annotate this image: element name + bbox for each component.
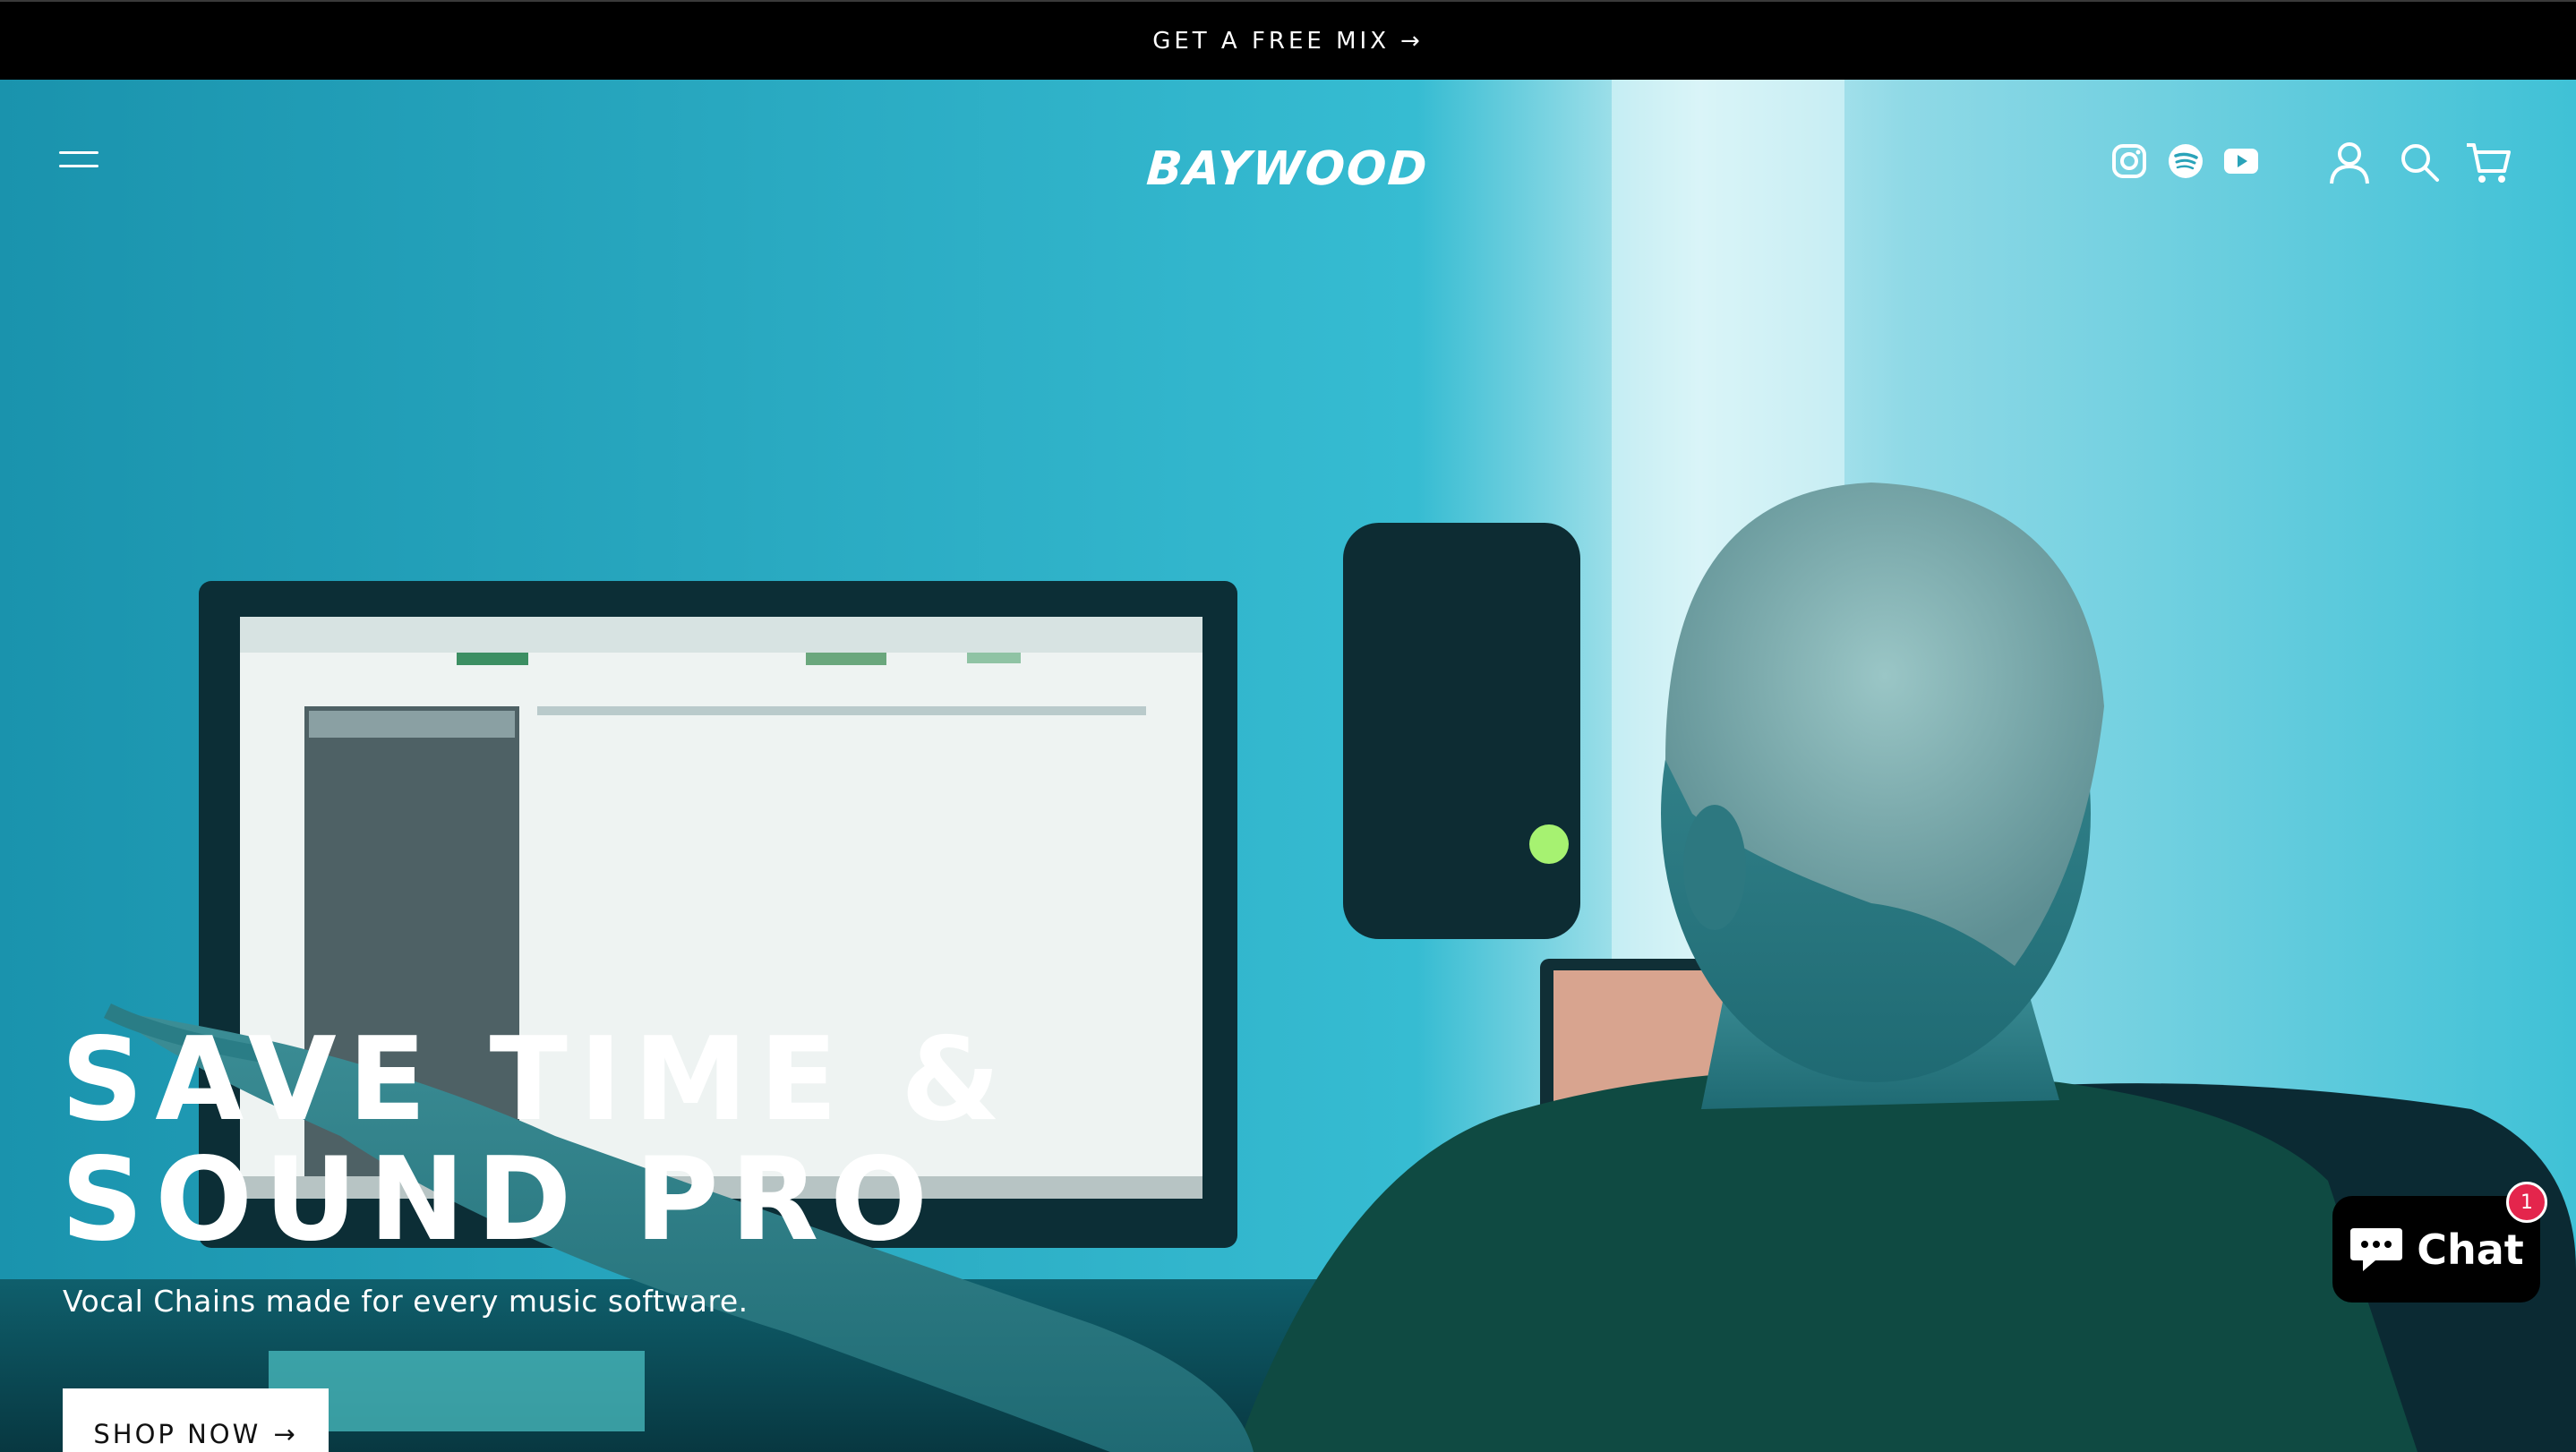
shop-now-button[interactable]: SHOP NOW →	[63, 1388, 329, 1452]
shop-now-label: SHOP NOW	[93, 1419, 261, 1449]
site-header: BAYWOOD	[0, 80, 2576, 250]
hero-headline: SAVE TIME & SOUND PRO	[61, 1021, 1135, 1260]
brand-logo[interactable]: BAYWOOD	[1107, 142, 1468, 196]
hamburger-menu-icon[interactable]	[59, 149, 100, 176]
page: GET A FREE MIX → BAYWOOD SAVE TIME & SOU…	[0, 0, 2576, 1452]
chat-bubble-icon	[2350, 1227, 2403, 1271]
free-mix-label: GET A FREE MIX	[1152, 27, 1391, 55]
chat-button[interactable]: Chat 1	[2332, 1182, 2547, 1303]
brand-logo-text: BAYWOOD	[1144, 142, 1431, 196]
chat-label: Chat	[2417, 1225, 2524, 1274]
chat-notification-badge: 1	[2506, 1182, 2547, 1223]
announcement-bar: GET A FREE MIX →	[0, 0, 2576, 80]
arrow-right-icon: →	[1400, 27, 1424, 55]
hero-headline-line1: SAVE TIME &	[61, 1013, 1013, 1147]
free-mix-link[interactable]: GET A FREE MIX →	[1152, 28, 1424, 55]
hero-headline-line2: SOUND PRO	[61, 1133, 940, 1267]
arrow-right-icon: →	[273, 1419, 298, 1449]
hero-subheading: Vocal Chains made for every music softwa…	[63, 1284, 749, 1319]
